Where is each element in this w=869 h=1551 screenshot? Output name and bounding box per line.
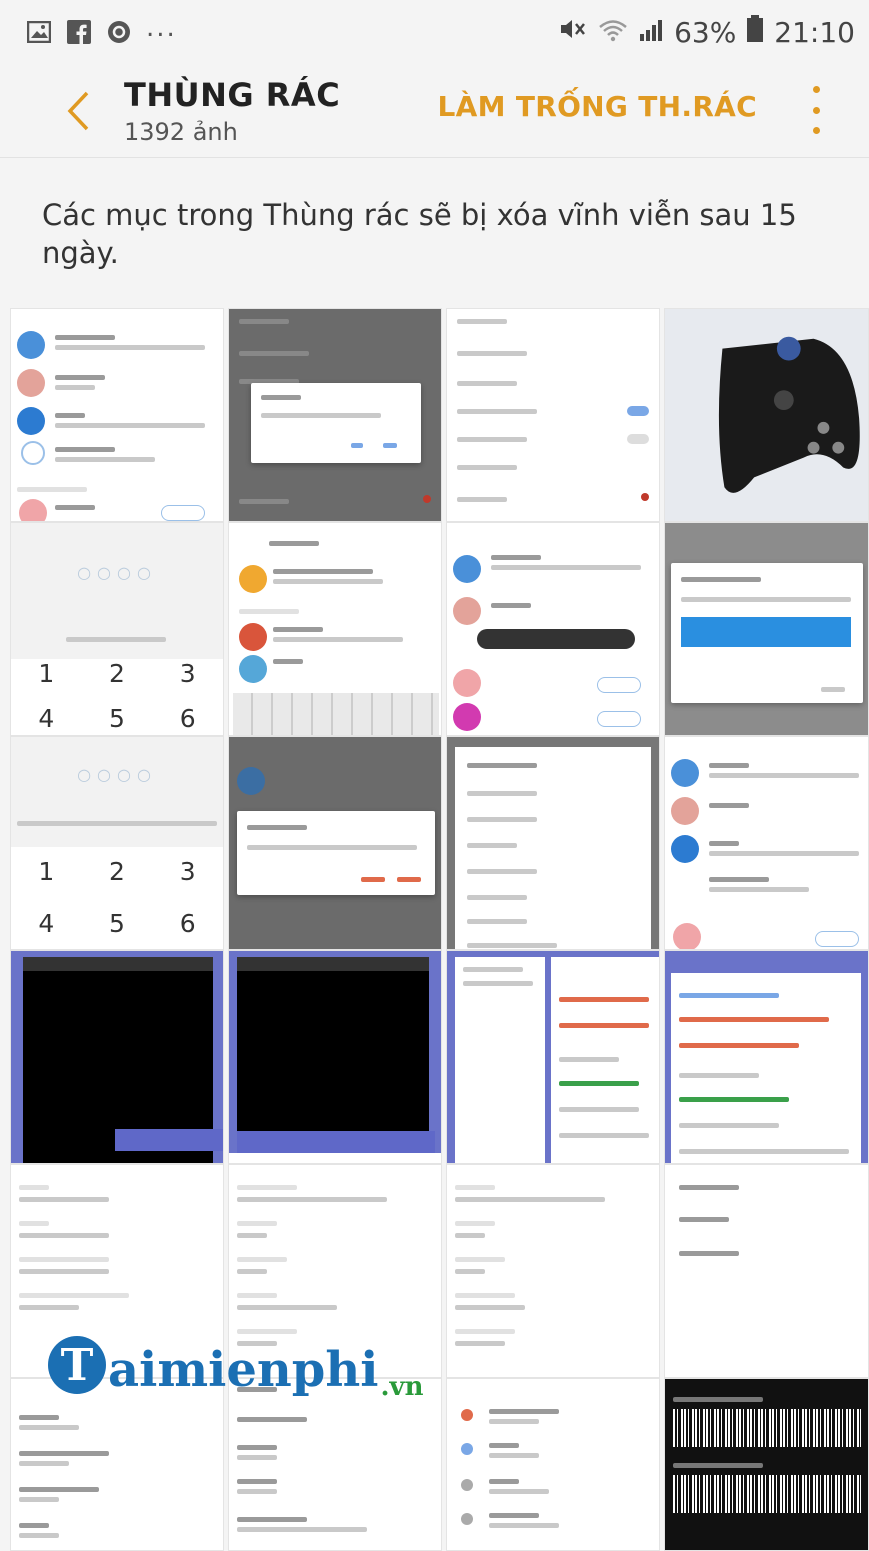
- taimienphi-icon: [21, 441, 45, 465]
- trash-notice: Các mục trong Thùng rác sẽ bị xóa vĩnh v…: [42, 198, 797, 270]
- more-options-button[interactable]: [805, 86, 827, 134]
- battery-level: 63%: [674, 15, 737, 49]
- thumbnail[interactable]: [664, 522, 869, 736]
- keypad-key: 6: [179, 704, 196, 733]
- thumbnail[interactable]: ○○○○ 1 2 3 4 5 6: [10, 736, 224, 950]
- barcode: [673, 1409, 861, 1447]
- thumbnail[interactable]: [228, 308, 442, 522]
- header-titles: THÙNG RÁC 1392 ảnh: [124, 76, 340, 146]
- keypad-key: 1: [38, 857, 55, 886]
- keypad-key: 3: [179, 857, 196, 886]
- keypad-key: 1: [38, 659, 55, 688]
- watermark-suffix: .vn: [380, 1372, 424, 1402]
- item-count: 1392 ảnh: [124, 117, 238, 146]
- wifi-icon: [598, 16, 628, 49]
- status-bar-notifications: ...: [26, 13, 177, 44]
- thumbnail[interactable]: [446, 1164, 660, 1378]
- pill: [597, 677, 641, 693]
- status-overflow: ...: [146, 13, 177, 43]
- thumbnail[interactable]: [446, 736, 660, 950]
- keypad-key: 2: [109, 857, 125, 886]
- status-bar: ... 63% 21:10: [0, 0, 869, 64]
- thumbnail[interactable]: [446, 1378, 660, 1551]
- thumbnail[interactable]: [10, 1378, 224, 1551]
- messenger-icon: [106, 20, 132, 44]
- watermark-text: aimienphi: [108, 1342, 379, 1398]
- gamepad-icon: [665, 309, 868, 521]
- facebook-icon: [66, 20, 92, 44]
- image-icon: [26, 20, 52, 44]
- pill: [815, 931, 859, 947]
- avatar: [17, 369, 45, 397]
- thumbnail[interactable]: [446, 308, 660, 522]
- barcode: [673, 1475, 861, 1513]
- thumbnail[interactable]: [228, 950, 442, 1164]
- watermark-initial: T: [48, 1336, 106, 1394]
- clock: 21:10: [774, 15, 855, 49]
- page-title: THÙNG RÁC: [124, 75, 341, 114]
- thumbnail[interactable]: [10, 308, 224, 522]
- keypad-key: 4: [38, 704, 55, 733]
- thumbnail[interactable]: [664, 1164, 869, 1378]
- thumbnail[interactable]: [10, 950, 224, 1164]
- back-button[interactable]: [58, 86, 98, 136]
- pill: [161, 505, 205, 521]
- avatar: [19, 499, 47, 521]
- thumbnail-photo[interactable]: [664, 308, 869, 522]
- toggle: [627, 406, 649, 416]
- signal-icon: [638, 16, 664, 49]
- keypad-key: 4: [38, 909, 55, 938]
- watermark-logo: T aimienphi .vn: [48, 1336, 424, 1402]
- more-options-icon: [812, 86, 820, 93]
- keypad-key: 5: [109, 909, 125, 938]
- chevron-left-icon: [67, 91, 89, 130]
- app-header: THÙNG RÁC 1392 ảnh LÀM TRỐNG TH.RÁC: [0, 64, 869, 158]
- empty-trash-button[interactable]: LÀM TRỐNG TH.RÁC: [438, 90, 758, 123]
- weather-icon: [17, 331, 45, 359]
- thumbnail[interactable]: [664, 950, 869, 1164]
- mute-icon: [558, 16, 588, 49]
- zalo-icon: [17, 407, 45, 435]
- battery-icon: [746, 14, 764, 50]
- thumbnail[interactable]: [446, 522, 660, 736]
- thumbnail[interactable]: [228, 1378, 442, 1551]
- thumbnail[interactable]: [446, 950, 660, 1164]
- thumbnail[interactable]: [664, 736, 869, 950]
- keypad-key: 6: [179, 909, 196, 938]
- pill: [597, 711, 641, 727]
- status-bar-system: 63% 21:10: [558, 14, 855, 50]
- keyboard: [233, 693, 439, 735]
- thumbnail[interactable]: ○○○○ 1 2 3 4 5 6: [10, 522, 224, 736]
- thumbnail[interactable]: [664, 1378, 869, 1551]
- keypad-key: 2: [109, 659, 125, 688]
- toggle: [627, 434, 649, 444]
- keypad-key: 3: [179, 659, 196, 688]
- thumbnail[interactable]: [228, 736, 442, 950]
- thumbnail[interactable]: [228, 522, 442, 736]
- keypad-key: 5: [109, 704, 125, 733]
